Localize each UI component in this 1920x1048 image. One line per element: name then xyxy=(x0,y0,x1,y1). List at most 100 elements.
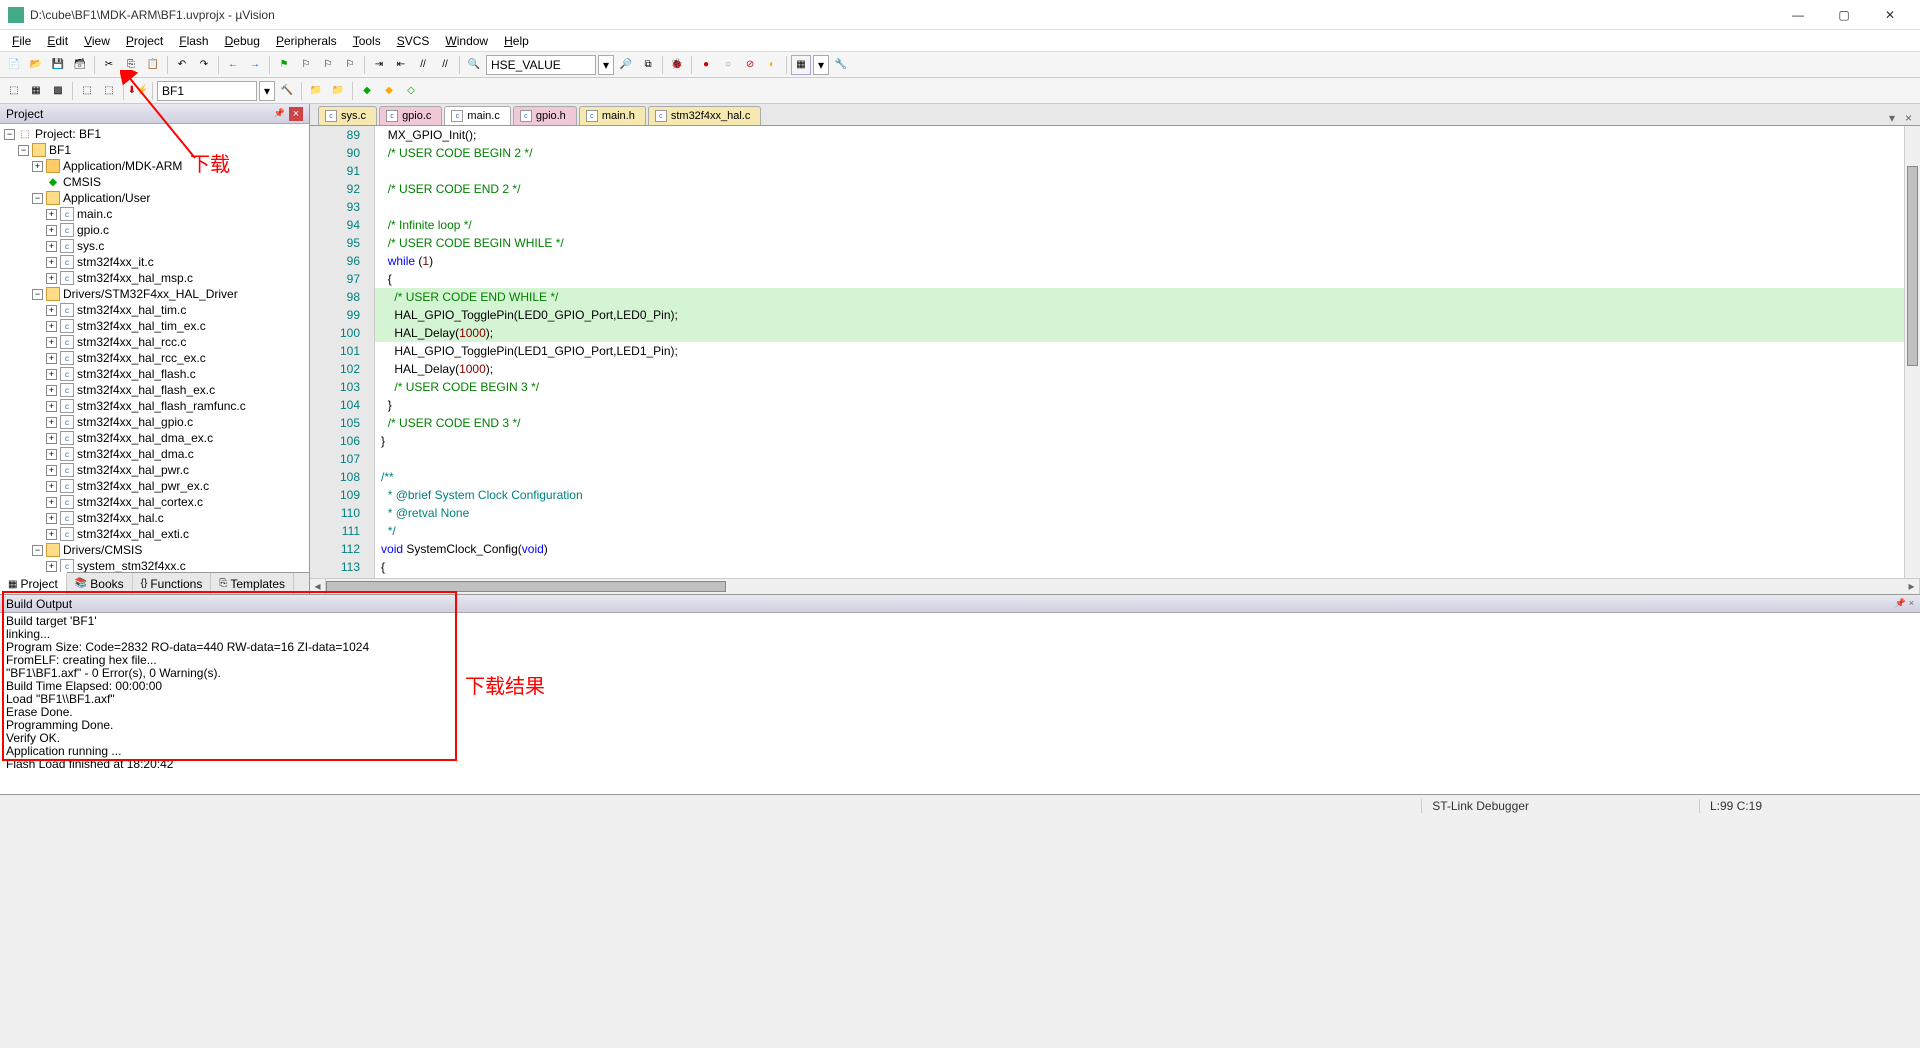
save-all-button[interactable]: 🗃 xyxy=(70,55,90,75)
editor-tab-gpio-h[interactable]: cgpio.h xyxy=(513,106,577,125)
find-combo[interactable]: HSE_VALUE xyxy=(486,55,596,75)
tab-dropdown-icon[interactable]: ▾ xyxy=(1885,111,1899,125)
tree-node[interactable]: −⬚Project: BF1 xyxy=(2,126,307,142)
editor-tab-gpio-c[interactable]: cgpio.c xyxy=(379,106,442,125)
open-button[interactable]: 📂 xyxy=(26,55,46,75)
translate-button[interactable]: ⬚ xyxy=(4,81,24,101)
rebuild-button[interactable]: ▩ xyxy=(48,81,68,101)
undo-button[interactable]: ↶ xyxy=(172,55,192,75)
pack2-button[interactable]: ◆ xyxy=(379,81,399,101)
build-close-icon[interactable]: × xyxy=(1909,598,1914,609)
tree-node[interactable]: +csys.c xyxy=(2,238,307,254)
tree-node[interactable]: +cstm32f4xx_hal_msp.c xyxy=(2,270,307,286)
project-tab-books[interactable]: 📚Books xyxy=(67,573,133,594)
maximize-button[interactable]: ▢ xyxy=(1822,1,1866,29)
find-icon[interactable]: 🔍 xyxy=(464,55,484,75)
tree-node[interactable]: ◆CMSIS xyxy=(2,174,307,190)
stop-build-button[interactable]: ⬚ xyxy=(99,81,119,101)
bm-prev-button[interactable]: ⚐ xyxy=(296,55,316,75)
editor-tab-sys-c[interactable]: csys.c xyxy=(318,106,377,125)
tree-node[interactable]: +cgpio.c xyxy=(2,222,307,238)
tree-node[interactable]: +cstm32f4xx_hal_tim_ex.c xyxy=(2,318,307,334)
menu-debug[interactable]: Debug xyxy=(217,32,268,50)
replace-button[interactable]: ⧉ xyxy=(638,55,658,75)
nav-fwd-button[interactable]: → xyxy=(245,55,265,75)
target-dd[interactable]: ▾ xyxy=(259,81,275,101)
tree-node[interactable]: +csystem_stm32f4xx.c xyxy=(2,558,307,572)
comment-button[interactable]: // xyxy=(413,55,433,75)
project-tab-project[interactable]: ▦Project xyxy=(0,572,67,594)
save-button[interactable]: 💾 xyxy=(48,55,68,75)
tree-node[interactable]: +cstm32f4xx_hal_rcc.c xyxy=(2,334,307,350)
indent-button[interactable]: ⇥ xyxy=(369,55,389,75)
tree-node[interactable]: +cstm32f4xx_hal.c xyxy=(2,510,307,526)
bm-clear-button[interactable]: ⚐ xyxy=(340,55,360,75)
editor-tab-main-h[interactable]: cmain.h xyxy=(579,106,646,125)
download-button[interactable]: ⬇⚡ xyxy=(128,81,148,101)
menu-help[interactable]: Help xyxy=(496,32,537,50)
uncomment-button[interactable]: // xyxy=(435,55,455,75)
hscroll-thumb[interactable] xyxy=(326,581,726,592)
editor-tab-stm32f4xx_hal-c[interactable]: cstm32f4xx_hal.c xyxy=(648,106,761,125)
tree-node[interactable]: +cmain.c xyxy=(2,206,307,222)
tree-node[interactable]: +Application/MDK-ARM xyxy=(2,158,307,174)
find-next-button[interactable]: 🔎 xyxy=(616,55,636,75)
tree-node[interactable]: +cstm32f4xx_hal_flash.c xyxy=(2,366,307,382)
editor-hscroll[interactable]: ◂ ▸ xyxy=(310,578,1920,594)
target-select[interactable]: BF1 xyxy=(157,81,257,101)
tree-node[interactable]: +cstm32f4xx_hal_exti.c xyxy=(2,526,307,542)
project-tab-functions[interactable]: {}Functions xyxy=(133,573,212,594)
bp-kill-button[interactable]: ⊘ xyxy=(740,55,760,75)
code-area[interactable]: 8990919293949596979899100101102103104105… xyxy=(310,126,1920,578)
new-button[interactable]: 📄 xyxy=(4,55,24,75)
breakpoint-button[interactable]: ● xyxy=(696,55,716,75)
tree-node[interactable]: +cstm32f4xx_hal_dma.c xyxy=(2,446,307,462)
menu-tools[interactable]: Tools xyxy=(345,32,389,50)
menu-peripherals[interactable]: Peripherals xyxy=(268,32,345,50)
bp-disable-button[interactable]: ○ xyxy=(718,55,738,75)
hscroll-right[interactable]: ▸ xyxy=(1904,579,1920,594)
vscroll-thumb[interactable] xyxy=(1907,166,1918,366)
tree-node[interactable]: +cstm32f4xx_hal_rcc_ex.c xyxy=(2,350,307,366)
nav-back-button[interactable]: ← xyxy=(223,55,243,75)
pin-icon[interactable]: 📌 xyxy=(274,108,285,119)
panel-close-icon[interactable]: × xyxy=(289,107,303,121)
manage2-button[interactable]: 📁 xyxy=(328,81,348,101)
tree-node[interactable]: +cstm32f4xx_hal_gpio.c xyxy=(2,414,307,430)
tree-node[interactable]: +cstm32f4xx_hal_cortex.c xyxy=(2,494,307,510)
bp-enable-button[interactable]: ◐ xyxy=(762,55,782,75)
tree-node[interactable]: −Application/User xyxy=(2,190,307,206)
menu-project[interactable]: Project xyxy=(118,32,171,50)
tab-close-icon[interactable]: × xyxy=(1901,111,1916,125)
target-options-button[interactable]: 🔨 xyxy=(277,81,297,101)
copy-button[interactable]: ⎘ xyxy=(121,55,141,75)
project-tree[interactable]: −⬚Project: BF1−BF1+Application/MDK-ARM◆C… xyxy=(0,124,309,572)
tree-node[interactable]: +cstm32f4xx_hal_pwr_ex.c xyxy=(2,478,307,494)
minimize-button[interactable]: — xyxy=(1776,1,1820,29)
tree-node[interactable]: −Drivers/CMSIS xyxy=(2,542,307,558)
build-body[interactable]: Build target 'BF1'linking...Program Size… xyxy=(0,613,1920,794)
tree-node[interactable]: +cstm32f4xx_hal_tim.c xyxy=(2,302,307,318)
menu-view[interactable]: View xyxy=(76,32,118,50)
tree-node[interactable]: +cstm32f4xx_hal_dma_ex.c xyxy=(2,430,307,446)
outdent-button[interactable]: ⇤ xyxy=(391,55,411,75)
editor-vscroll[interactable] xyxy=(1904,126,1920,578)
manage-button[interactable]: 📁 xyxy=(306,81,326,101)
pack-button[interactable]: ◆ xyxy=(357,81,377,101)
batch-build-button[interactable]: ⬚ xyxy=(77,81,97,101)
tree-node[interactable]: −Drivers/STM32F4xx_HAL_Driver xyxy=(2,286,307,302)
tree-node[interactable]: +cstm32f4xx_hal_flash_ramfunc.c xyxy=(2,398,307,414)
redo-button[interactable]: ↷ xyxy=(194,55,214,75)
menu-edit[interactable]: Edit xyxy=(39,32,76,50)
source[interactable]: MX_GPIO_Init(); /* USER CODE BEGIN 2 */ … xyxy=(375,126,1920,578)
editor-tab-main-c[interactable]: cmain.c xyxy=(444,106,510,125)
config-button[interactable]: 🔧 xyxy=(831,55,851,75)
tree-node[interactable]: +cstm32f4xx_hal_flash_ex.c xyxy=(2,382,307,398)
menu-flash[interactable]: Flash xyxy=(171,32,216,50)
pack3-button[interactable]: ◇ xyxy=(401,81,421,101)
tree-node[interactable]: +cstm32f4xx_hal_pwr.c xyxy=(2,462,307,478)
window-button[interactable]: ▦ xyxy=(791,55,811,75)
window-dd[interactable]: ▾ xyxy=(813,55,829,75)
bm-next-button[interactable]: ⚐ xyxy=(318,55,338,75)
debug-button[interactable]: 🐞 xyxy=(667,55,687,75)
